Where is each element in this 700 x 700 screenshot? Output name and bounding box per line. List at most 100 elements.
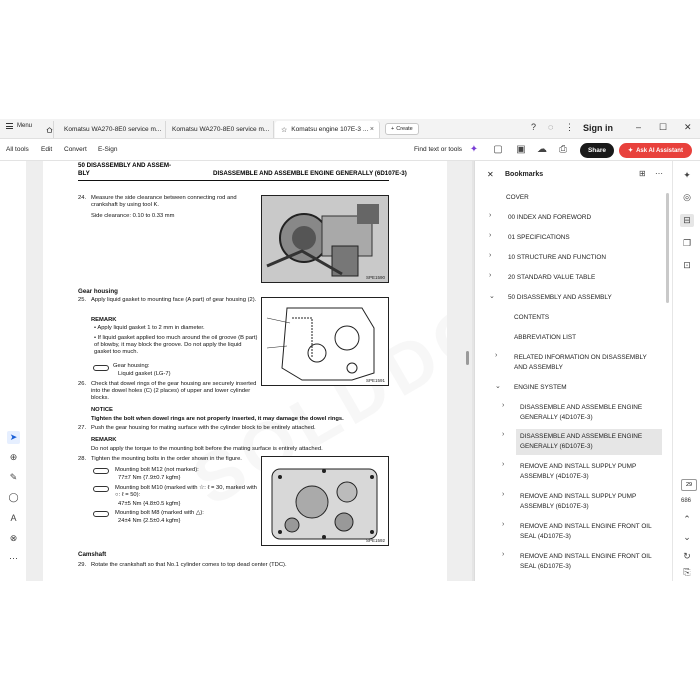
main-toolbar: All tools Edit Convert E-Sign Find text … (0, 139, 700, 161)
chevron-down-icon[interactable]: ⌄ (680, 531, 694, 544)
spec-label: Gear housing: (113, 363, 150, 369)
spec-label: Mounting bolt M8 (marked with △): (115, 510, 204, 516)
close-window-icon[interactable]: ✕ (684, 122, 692, 133)
stamp-icon[interactable]: ⊗ (7, 532, 20, 545)
connecting-rod-illustration (262, 196, 388, 282)
bookmarks-scrollbar[interactable] (666, 193, 669, 303)
save-icon[interactable]: ▣ (515, 144, 527, 156)
bookmark-item[interactable]: REMOVE AND INSTALL SUPPLY PUMP ASSEMBLY … (520, 462, 655, 482)
bookmark-item[interactable]: REMOVE AND INSTALL ENGINE FRONT OIL SEAL… (520, 552, 655, 572)
bookmark-item[interactable]: ABBREVIATION LIST (514, 333, 664, 343)
chevron-down-icon[interactable]: ⌄ (489, 292, 495, 300)
comment-panel-icon[interactable]: ◎ (680, 191, 694, 204)
lasso-icon[interactable]: ◯ (7, 491, 20, 504)
maximize-icon[interactable]: ☐ (659, 122, 667, 133)
chevron-right-icon[interactable]: › (489, 212, 491, 219)
more-tools-icon[interactable]: ⋯ (7, 552, 20, 565)
apps-grid-icon[interactable]: ⋮ (565, 122, 574, 133)
remark-heading: REMARK (91, 317, 117, 323)
ask-ai-assistant-button[interactable]: ✦ Ask AI Assistant (619, 143, 692, 158)
chevron-right-icon[interactable]: › (502, 402, 504, 409)
menu-label: Menu (17, 123, 33, 129)
pen-icon[interactable]: ✎ (7, 471, 20, 484)
step-number: 24. (78, 195, 87, 201)
bookmark-item[interactable]: ENGINE SYSTEM (514, 383, 664, 393)
tab-document-2[interactable]: Komatsu WA270-8E0 service m... (166, 121, 274, 138)
chevron-right-icon[interactable]: › (502, 431, 504, 438)
menu-button[interactable]: Menu (6, 123, 32, 129)
close-tab-icon[interactable]: × (370, 126, 374, 133)
chevron-right-icon[interactable]: › (502, 491, 504, 498)
cloud-upload-icon[interactable]: ☁ (536, 144, 548, 156)
chevron-right-icon[interactable]: › (502, 521, 504, 528)
tab-document-1[interactable]: Komatsu WA270-8E0 service m... (58, 121, 166, 138)
more-options-icon[interactable]: ⋯ (655, 169, 663, 178)
bolt-order-illustration (271, 468, 378, 540)
bullet-text: If liquid gasket applied too much around… (94, 335, 258, 355)
chevron-right-icon[interactable]: › (502, 551, 504, 558)
find-text-tools[interactable]: Find text or tools (414, 146, 462, 153)
chevron-right-icon[interactable]: › (489, 252, 491, 259)
menu-esign[interactable]: E-Sign (98, 146, 118, 153)
bookmark-item[interactable]: 01 SPECIFICATIONS (508, 233, 658, 243)
section-heading: Camshaft (78, 551, 107, 558)
step-text: Measure the side clearance between conne… (91, 195, 237, 208)
add-bookmark-icon[interactable]: ⊞ (639, 169, 646, 178)
spec-value: 77±7 Nm {7.9±0.7 kgfm} (118, 475, 181, 481)
share-button[interactable]: Share (580, 143, 614, 158)
document-viewport[interactable]: SOLDDO.COM 50 DISASSEMBLY AND ASSEM- BLY… (26, 161, 472, 581)
ai-summary-icon[interactable]: ✦ (468, 144, 480, 156)
chevron-up-icon[interactable]: ⌃ (680, 513, 694, 526)
bookmark-item[interactable]: 10 STRUCTURE AND FUNCTION (508, 253, 658, 263)
rotate-icon[interactable]: ↻ (680, 550, 694, 563)
bookmark-item[interactable]: COVER (506, 193, 656, 203)
help-icon[interactable]: ? (531, 122, 536, 132)
comment-icon[interactable]: ▢ (492, 144, 504, 156)
document-scrollbar[interactable] (466, 351, 469, 365)
ai-chat-icon[interactable]: ✦ (680, 169, 694, 182)
menu-all-tools[interactable]: All tools (6, 146, 29, 153)
bookmark-item[interactable]: 50 DISASSEMBLY AND ASSEMBLY (508, 293, 658, 303)
bookmark-item[interactable]: REMOVE AND INSTALL ENGINE FRONT OIL SEAL… (520, 522, 655, 542)
remark-bullet: • Apply liquid gasket 1 to 2 mm in diame… (94, 325, 205, 331)
current-page-input[interactable]: 29 (681, 479, 697, 491)
bookmark-item[interactable]: 00 INDEX AND FOREWORD (508, 213, 658, 223)
close-panel-icon[interactable]: ✕ (487, 170, 494, 179)
step-text: Push the gear housing for mating surface… (91, 425, 316, 431)
bookmark-item[interactable]: RELATED INFORMATION ON DISASSEMBLY AND A… (514, 353, 654, 373)
chevron-right-icon[interactable]: › (489, 232, 491, 239)
save-copy-icon[interactable]: ⎘ (680, 566, 694, 579)
menu-edit[interactable]: Edit (41, 146, 52, 153)
print-icon[interactable]: ⎙ (557, 144, 569, 156)
header-rule (78, 180, 389, 181)
minimize-icon[interactable]: – (636, 122, 641, 132)
spec-label: Mounting bolt M10 (marked with ☆: ℓ = 30… (115, 485, 257, 498)
chevron-right-icon[interactable]: › (489, 272, 491, 279)
bookmarks-panel-icon[interactable]: ⊟ (680, 214, 694, 227)
sign-in-link[interactable]: Sign in (583, 123, 613, 133)
bookmark-item[interactable]: 20 STANDARD VALUE TABLE (508, 273, 658, 283)
chevron-right-icon[interactable]: › (495, 352, 497, 359)
thumbnails-icon[interactable]: ❐ (680, 237, 694, 250)
zoom-comment-icon[interactable]: ⊕ (7, 451, 20, 464)
select-cursor-icon[interactable]: ➤ (7, 431, 20, 444)
bookmark-item[interactable]: REMOVE AND INSTALL SUPPLY PUMP ASSEMBLY … (520, 492, 655, 512)
chevron-right-icon[interactable]: › (502, 461, 504, 468)
menu-convert[interactable]: Convert (64, 146, 87, 153)
text-box-icon[interactable]: A (7, 512, 20, 525)
plus-icon: + (391, 126, 395, 132)
attachments-icon[interactable]: ⊡ (680, 259, 694, 272)
bookmark-item[interactable]: DISASSEMBLE AND ASSEMBLE ENGINE GENERALL… (520, 432, 655, 452)
tab-document-3[interactable]: ☆ Komatsu engine 107E-3 ... × (275, 121, 380, 138)
bullet-text: Apply liquid gasket 1 to 2 mm in diamete… (97, 325, 205, 331)
chevron-down-icon[interactable]: ⌄ (495, 382, 501, 390)
step-text: Check that dowel rings of the gear housi… (91, 381, 257, 401)
notifications-icon[interactable]: ◌ (548, 122, 553, 132)
create-button[interactable]: + Create (385, 123, 419, 135)
home-tab[interactable] (40, 121, 54, 138)
bookmark-item[interactable]: CONTENTS (514, 313, 664, 323)
spec-value: Liquid gasket (LG-7) (118, 371, 171, 377)
bookmark-item[interactable]: DISASSEMBLE AND ASSEMBLE ENGINE GENERALL… (520, 403, 655, 423)
star-icon[interactable]: ☆ (281, 126, 287, 134)
tab-label: Komatsu WA270-8E0 service m... (64, 126, 162, 133)
